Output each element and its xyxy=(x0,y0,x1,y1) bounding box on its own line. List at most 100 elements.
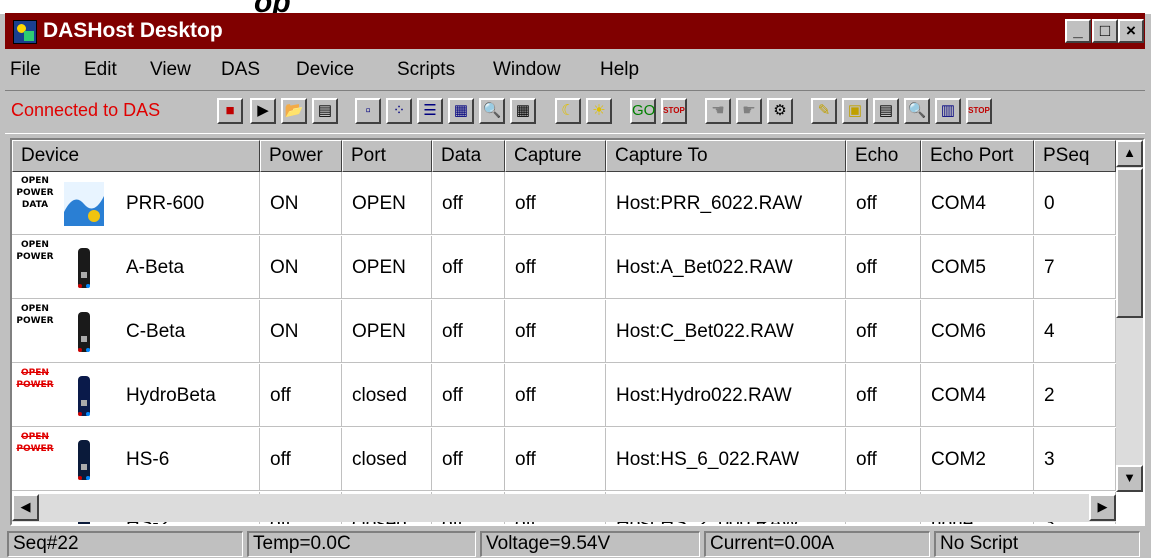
background-caption-strip: op xyxy=(0,0,1151,19)
script-run-icon[interactable]: ⚙ xyxy=(767,98,793,124)
table-row[interactable]: OPEN POWER HydroBeta off closed off off Host:Hy… xyxy=(12,364,1116,427)
device-status-line: POWER xyxy=(16,380,54,390)
echo-cell: off xyxy=(846,364,921,427)
hand-icon[interactable]: ☚ xyxy=(705,98,731,124)
edit-script-icon[interactable]: ▣ xyxy=(842,98,868,124)
menu-bar: File Edit View DAS Device Scripts Window… xyxy=(5,50,1145,88)
menu-file[interactable]: File xyxy=(10,59,41,81)
menu-view[interactable]: View xyxy=(150,59,191,81)
scroll-up-icon[interactable]: ▲ xyxy=(1116,140,1143,167)
play-icon[interactable]: ▶ xyxy=(250,98,276,124)
scroll-right-icon[interactable]: ▶ xyxy=(1089,494,1116,521)
device-status-label: OPEN POWER xyxy=(14,239,56,263)
echo-port-cell: COM5 xyxy=(921,236,1034,299)
device-status-label: OPEN POWER xyxy=(14,431,56,455)
port-cell: closed xyxy=(342,364,432,427)
stop-script-icon[interactable]: STOP xyxy=(966,98,992,124)
pseq-cell: 0 xyxy=(1034,172,1116,235)
title-bar[interactable]: DASHost Desktop _ □ × xyxy=(5,13,1145,49)
device-status-line: DATA xyxy=(21,200,49,210)
maximize-button[interactable]: □ xyxy=(1092,19,1118,43)
port-cell: OPEN xyxy=(342,300,432,363)
device-list-small-icon[interactable]: ▫ xyxy=(355,98,381,124)
beta-sensor-icon xyxy=(64,246,104,290)
close-button[interactable]: × xyxy=(1118,19,1144,43)
moon-icon[interactable]: ☾ xyxy=(555,98,581,124)
menu-scripts[interactable]: Scripts xyxy=(397,59,455,81)
window-title: DASHost Desktop xyxy=(43,19,223,42)
table-row[interactable]: OPEN POWER C-Beta ON OPEN off off Host:C_Bet022… xyxy=(12,300,1116,363)
device-grid: Device Power Port Data Capture Capture To Echo… xyxy=(10,138,1145,526)
stop-record-icon[interactable]: ■ xyxy=(217,98,243,124)
column-header-pseq[interactable]: PSeq xyxy=(1034,140,1116,172)
column-header-power[interactable]: Power xyxy=(260,140,342,172)
menu-window[interactable]: Window xyxy=(493,59,561,81)
hand-back-icon[interactable]: ☛ xyxy=(736,98,762,124)
save-icon[interactable]: ▤ xyxy=(312,98,338,124)
menu-das[interactable]: DAS xyxy=(221,59,260,81)
minimize-button[interactable]: _ xyxy=(1065,19,1091,43)
column-header-echo[interactable]: Echo xyxy=(846,140,921,172)
device-name: A-Beta xyxy=(126,257,185,278)
go-icon[interactable]: GO xyxy=(630,98,656,124)
power-cell: off xyxy=(260,364,342,427)
column-header-echo-port[interactable]: Echo Port xyxy=(921,140,1034,172)
pseq-cell: 3 xyxy=(1034,428,1116,491)
table-row[interactable]: OPEN POWER HS-6 off closed off off Host:HS_6_02… xyxy=(12,428,1116,491)
device-status-line: OPEN xyxy=(21,368,49,378)
app-icon[interactable] xyxy=(13,20,37,44)
new-script-icon[interactable]: ✎ xyxy=(811,98,837,124)
open-folder-icon[interactable]: 📂 xyxy=(281,98,307,124)
menu-device[interactable]: Device xyxy=(296,59,354,81)
capture-cell: off xyxy=(505,236,606,299)
device-status-line: OPEN xyxy=(21,432,49,442)
menu-edit[interactable]: Edit xyxy=(84,59,117,81)
vertical-scrollbar[interactable]: ▲ ▼ xyxy=(1116,140,1143,492)
device-status-line: POWER xyxy=(16,444,54,454)
column-header-capture[interactable]: Capture xyxy=(505,140,606,172)
echo-cell: off xyxy=(846,172,921,235)
capture-cell: off xyxy=(505,364,606,427)
status-temp: Temp=0.0C xyxy=(247,531,476,557)
capture-to-cell: Host:HS_6_022.RAW xyxy=(606,428,846,491)
status-voltage: Voltage=9.54V xyxy=(480,531,700,557)
data-cell: off xyxy=(432,364,505,427)
column-header-device[interactable]: Device xyxy=(12,140,260,172)
stop-icon[interactable]: STOP xyxy=(661,98,687,124)
search-script-icon[interactable]: 🔍 xyxy=(904,98,930,124)
device-cell: OPEN POWER A-Beta xyxy=(12,236,260,299)
column-header-port[interactable]: Port xyxy=(342,140,432,172)
device-list-medium-icon[interactable]: ⁘ xyxy=(386,98,412,124)
scroll-down-icon[interactable]: ▼ xyxy=(1116,465,1143,492)
beta-sensor-icon xyxy=(64,310,104,354)
port-cell: OPEN xyxy=(342,172,432,235)
pseq-cell: 2 xyxy=(1034,364,1116,427)
port-cell: closed xyxy=(342,428,432,491)
vertical-scroll-thumb[interactable] xyxy=(1116,168,1143,318)
echo-port-cell: COM4 xyxy=(921,172,1034,235)
connection-status: Connected to DAS xyxy=(11,100,161,120)
horizontal-scrollbar[interactable]: ◀ ▶ xyxy=(12,494,1116,522)
table-row[interactable]: OPEN POWER A-Beta ON OPEN off off Host:A_Bet022… xyxy=(12,236,1116,299)
scroll-left-icon[interactable]: ◀ xyxy=(12,494,39,521)
device-list-detail-icon[interactable]: ☰ xyxy=(417,98,443,124)
menu-help[interactable]: Help xyxy=(600,59,639,81)
device-status-line: OPEN xyxy=(21,304,49,314)
echo-port-cell: COM4 xyxy=(921,364,1034,427)
column-header-data[interactable]: Data xyxy=(432,140,505,172)
echo-cell: off xyxy=(846,428,921,491)
zoom-icon[interactable]: 🔍 xyxy=(479,98,505,124)
capture-cell: off xyxy=(505,428,606,491)
column-header-capture-to[interactable]: Capture To xyxy=(606,140,846,172)
dashost-window: op DASHost Desktop _ □ × File Edit View … xyxy=(0,0,1151,558)
sun-icon[interactable]: ☀ xyxy=(586,98,612,124)
table-row[interactable]: OPEN POWER DATA PRR-600 ON OPEN off off Host:PRR… xyxy=(12,172,1116,235)
power-cell: ON xyxy=(260,172,342,235)
table-icon[interactable]: ▦ xyxy=(510,98,536,124)
capture-cell: off xyxy=(505,300,606,363)
grid-view-icon[interactable]: ▦ xyxy=(448,98,474,124)
script-props-icon[interactable]: ▤ xyxy=(873,98,899,124)
book-icon[interactable]: ▥ xyxy=(935,98,961,124)
device-cell: OPEN POWER HS-6 xyxy=(12,428,260,491)
status-script: No Script xyxy=(934,531,1140,557)
